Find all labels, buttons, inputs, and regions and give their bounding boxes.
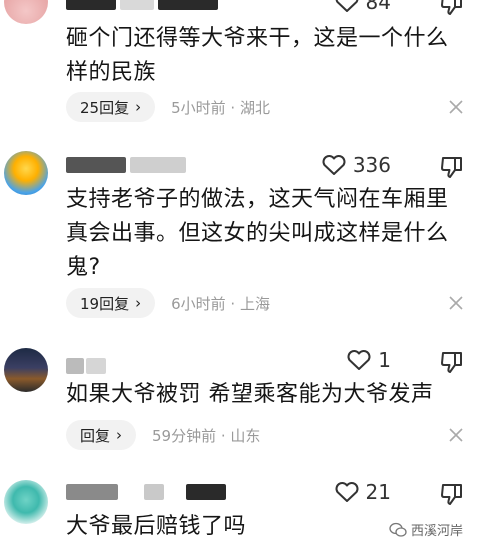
username[interactable]	[66, 484, 118, 500]
username	[86, 358, 106, 374]
avatar[interactable]	[4, 151, 48, 195]
reply-count: 25回复	[80, 98, 130, 117]
comment-meta: 19回复 › 6小时前 · 上海	[66, 288, 270, 318]
like-button[interactable]: 84	[334, 0, 391, 14]
close-icon[interactable]	[447, 294, 465, 312]
time-location: 5小时前 · 湖北	[171, 98, 270, 117]
like-button[interactable]: 1	[346, 348, 391, 372]
username[interactable]	[66, 358, 84, 374]
username	[144, 484, 164, 500]
watermark: 西溪河岸	[389, 520, 463, 539]
avatar[interactable]	[4, 0, 48, 24]
reply-button[interactable]: 25回复 ›	[66, 92, 156, 122]
like-count: 21	[365, 480, 391, 504]
comment-item: 1 如果大爷被罚 希望乘客能为大爷发声 回复 › 59分钟前 · 山东	[0, 340, 477, 460]
heart-outline-icon	[335, 0, 358, 12]
like-button[interactable]: 336	[321, 153, 391, 177]
like-count: 1	[378, 348, 391, 372]
username	[158, 0, 218, 10]
comment-item: 336 支持老爷子的做法，这天气闷在车厢里真会出事。但这女的尖叫成这样是什么鬼?…	[0, 145, 477, 335]
comment-text: 如果大爷被罚 希望乘客能为大爷发声	[66, 382, 434, 407]
time-location: 6小时前 · 上海	[171, 294, 270, 313]
comment-item: 21 大爷最后赔钱了吗	[0, 472, 477, 557]
chevron-right-icon: ›	[135, 294, 142, 312]
chevron-right-icon: ›	[116, 426, 123, 444]
close-icon[interactable]	[447, 98, 465, 116]
username[interactable]	[66, 157, 126, 173]
username	[186, 484, 226, 500]
comment-meta: 回复 › 59分钟前 · 山东	[66, 420, 260, 450]
username	[130, 157, 186, 173]
like-count: 336	[352, 153, 391, 177]
reply-count: 回复	[80, 426, 111, 445]
heart-outline-icon	[322, 155, 346, 175]
comment-item: 84 砸个门还得等大爷来干，这是一个什么样的民族 25回复 › 5小时前 · 湖…	[0, 0, 477, 125]
wechat-logo-icon	[389, 522, 407, 537]
comment-meta: 25回复 › 5小时前 · 湖北	[66, 92, 270, 122]
comment-text: 砸个门还得等大爷来干，这是一个什么样的民族	[66, 26, 449, 85]
heart-outline-icon	[335, 482, 359, 502]
reply-button[interactable]: 回复 ›	[66, 420, 137, 450]
username[interactable]	[66, 0, 116, 10]
avatar[interactable]	[4, 480, 48, 524]
like-count: 84	[365, 0, 391, 14]
thumbs-down-icon[interactable]	[439, 155, 465, 179]
thumbs-down-icon[interactable]	[439, 350, 465, 374]
watermark-text: 西溪河岸	[410, 524, 463, 539]
close-icon[interactable]	[447, 426, 465, 444]
username	[120, 0, 154, 10]
heart-outline-icon	[347, 350, 371, 370]
reply-button[interactable]: 19回复 ›	[66, 288, 156, 318]
avatar[interactable]	[4, 348, 48, 392]
chevron-right-icon: ›	[135, 98, 142, 116]
like-button[interactable]: 21	[334, 480, 391, 504]
time-location: 59分钟前 · 山东	[152, 426, 261, 445]
reply-count: 19回复	[80, 294, 130, 313]
comment-text: 支持老爷子的做法，这天气闷在车厢里真会出事。但这女的尖叫成这样是什么鬼?	[66, 187, 449, 280]
thumbs-down-icon[interactable]	[439, 0, 465, 16]
thumbs-down-icon[interactable]	[439, 482, 465, 506]
